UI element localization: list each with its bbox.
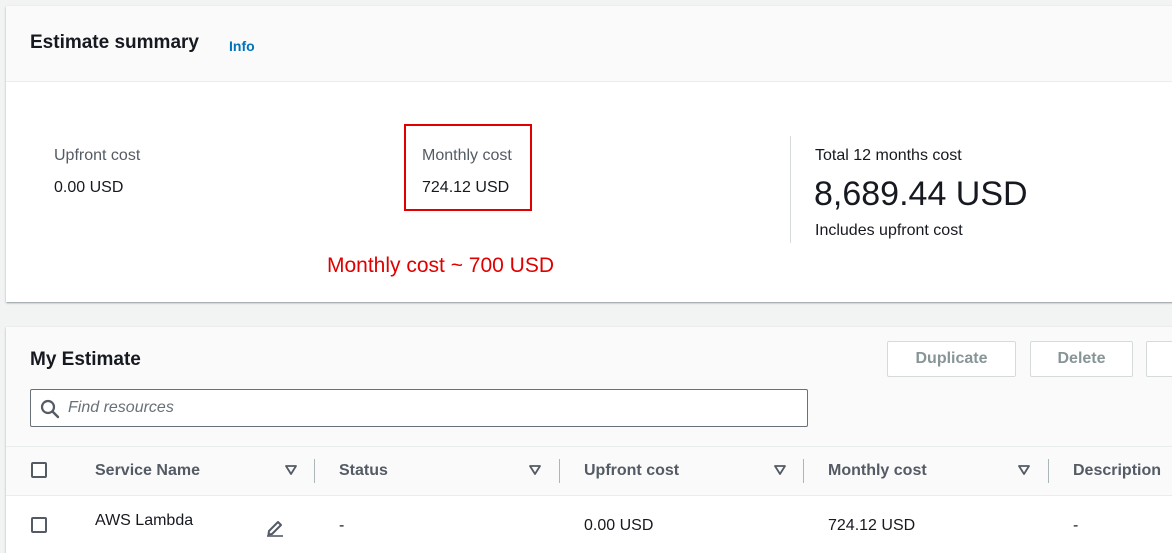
estimate-title: My Estimate — [30, 349, 141, 370]
total-12-months-label: Total 12 months cost — [815, 147, 962, 164]
row-checkbox[interactable] — [31, 517, 47, 533]
col-header-service-name[interactable]: Service Name — [95, 462, 200, 480]
search-box[interactable] — [30, 389, 808, 427]
more-actions-button[interactable] — [1146, 341, 1172, 377]
summary-divider — [790, 136, 791, 243]
monthly-cost-highlight-box — [404, 124, 532, 211]
col-header-status[interactable]: Status — [339, 462, 388, 480]
sort-caret-down-icon[interactable] — [285, 465, 297, 475]
summary-title: Estimate summary — [30, 32, 199, 53]
delete-button[interactable]: Delete — [1030, 341, 1133, 377]
column-resizer[interactable] — [314, 459, 315, 483]
cell-description: - — [1073, 517, 1079, 534]
delete-button-label: Delete — [1057, 350, 1106, 367]
my-estimate-panel: My Estimate Duplicate Delete Service Nam… — [6, 327, 1172, 553]
col-header-monthly-cost[interactable]: Monthly cost — [828, 462, 927, 480]
search-icon — [40, 399, 60, 419]
cell-status: - — [339, 517, 345, 534]
table-header-row: Service Name Status Upfront cost Monthly… — [6, 446, 1172, 496]
column-resizer[interactable] — [803, 459, 804, 483]
info-link[interactable]: Info — [229, 38, 255, 54]
column-resizer[interactable] — [1048, 459, 1049, 483]
page: Estimate summary Info Upfront cost 0.00 … — [0, 0, 1172, 553]
select-all-checkbox[interactable] — [31, 462, 47, 478]
upfront-cost-value: 0.00 USD — [54, 179, 124, 196]
search-input[interactable] — [68, 390, 788, 426]
sort-caret-down-icon[interactable] — [1018, 465, 1030, 475]
annotation-monthly-estimate: Monthly cost ~ 700 USD — [327, 254, 555, 277]
duplicate-button[interactable]: Duplicate — [887, 341, 1016, 377]
upfront-cost-label: Upfront cost — [54, 147, 141, 164]
summary-header: Estimate summary Info — [6, 6, 1172, 82]
monthly-cost-value: 724.12 USD — [422, 179, 510, 196]
cell-monthly-cost: 724.12 USD — [828, 517, 916, 534]
col-header-description[interactable]: Description — [1073, 462, 1161, 480]
monthly-cost-label: Monthly cost — [422, 147, 512, 164]
cell-service-name: AWS Lambda — [95, 512, 194, 529]
sort-caret-down-icon[interactable] — [529, 465, 541, 475]
cell-upfront-cost: 0.00 USD — [584, 517, 654, 534]
estimate-summary-panel: Estimate summary Info Upfront cost 0.00 … — [6, 6, 1172, 302]
column-resizer[interactable] — [559, 459, 560, 483]
total-includes-note: Includes upfront cost — [815, 222, 963, 239]
estimate-header: My Estimate Duplicate Delete — [6, 327, 1172, 446]
sort-caret-down-icon[interactable] — [774, 465, 786, 475]
edit-icon[interactable] — [265, 517, 285, 537]
total-12-months-value: 8,689.44 USD — [814, 175, 1028, 213]
duplicate-button-label: Duplicate — [915, 350, 988, 367]
col-header-upfront-cost[interactable]: Upfront cost — [584, 462, 679, 480]
